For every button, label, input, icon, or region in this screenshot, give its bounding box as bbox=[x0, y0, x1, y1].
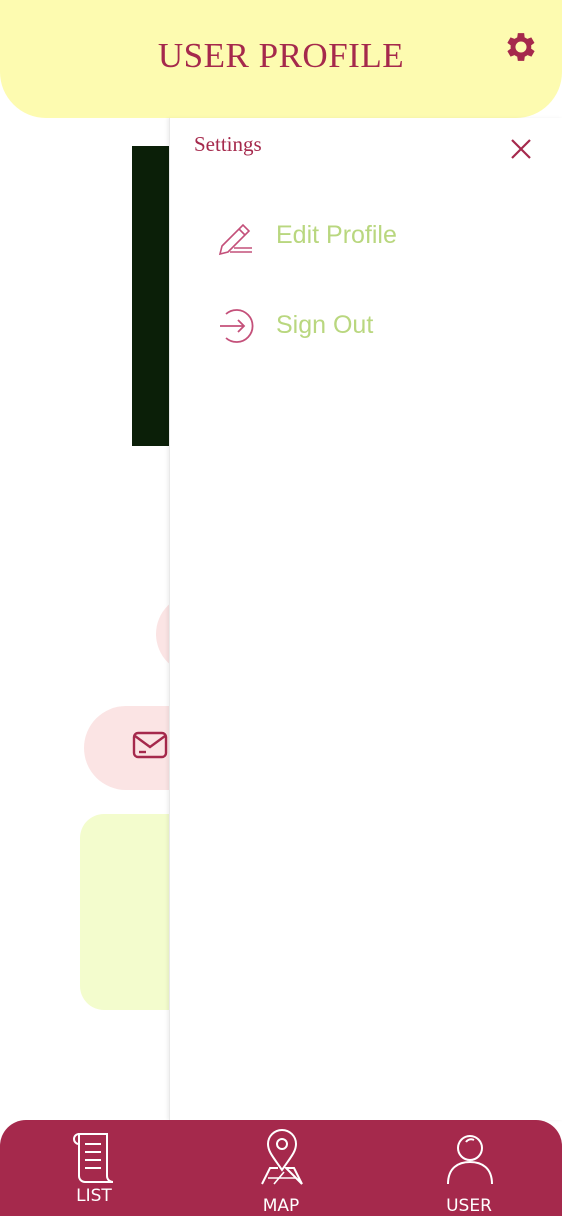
pencil-icon bbox=[218, 223, 252, 256]
nav-item-map[interactable]: MAP bbox=[221, 1120, 341, 1216]
page-title: USER PROFILE bbox=[157, 36, 405, 75]
sign-out-icon bbox=[220, 309, 254, 343]
nav-label-user: USER bbox=[446, 1196, 492, 1216]
edit-profile-button[interactable]: Edit Profile bbox=[216, 210, 516, 260]
app-header: USER PROFILE bbox=[0, 0, 562, 118]
scroll-list-icon bbox=[73, 1133, 114, 1183]
envelope-icon bbox=[132, 731, 168, 759]
sign-out-label: Sign Out bbox=[276, 311, 374, 339]
gear-icon[interactable] bbox=[502, 28, 540, 66]
bottom-nav: LIST MAP USER bbox=[0, 1120, 562, 1216]
nav-item-list[interactable]: LIST bbox=[34, 1120, 154, 1216]
sign-out-button[interactable]: Sign Out bbox=[216, 300, 516, 350]
settings-drawer: Settings Edit Profile Sign Out bbox=[169, 118, 562, 1120]
nav-label-list: LIST bbox=[76, 1186, 112, 1206]
close-icon[interactable] bbox=[510, 138, 532, 160]
drawer-title: Settings bbox=[194, 132, 262, 156]
map-pin-icon bbox=[261, 1129, 303, 1185]
nav-label-map: MAP bbox=[262, 1196, 300, 1216]
edit-profile-label: Edit Profile bbox=[276, 221, 397, 249]
user-icon bbox=[447, 1135, 493, 1185]
nav-item-user[interactable]: USER bbox=[409, 1120, 529, 1216]
